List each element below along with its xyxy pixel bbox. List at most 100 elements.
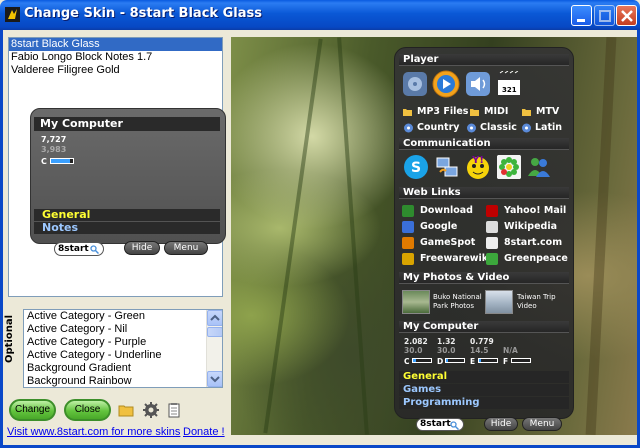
mini-value-2: 3,983 xyxy=(41,145,67,154)
video-label-line: Video xyxy=(517,302,537,310)
title-bar: Change Skin - 8start Black Glass xyxy=(0,0,640,30)
mini-category-general: General xyxy=(34,209,220,221)
mini-drive-bar xyxy=(50,158,74,164)
optional-list[interactable]: Active Category - Green Active Category … xyxy=(23,309,223,388)
video-label-line: Taiwan Trip xyxy=(517,293,556,301)
web-link-item[interactable]: GameSpot xyxy=(402,236,475,250)
radio-icon xyxy=(522,123,531,133)
folder-icon xyxy=(470,109,479,116)
close-icon xyxy=(621,10,633,22)
media-player-icon[interactable] xyxy=(432,70,460,98)
radio-icon xyxy=(404,123,413,133)
player-link-midi[interactable]: MIDI xyxy=(470,105,508,119)
close-button[interactable]: Close xyxy=(64,399,111,421)
scroll-down-button[interactable] xyxy=(207,371,222,387)
minimize-button[interactable] xyxy=(571,5,592,26)
web-link-item[interactable]: Greenpeace xyxy=(486,252,568,266)
folder-icon[interactable] xyxy=(118,402,134,418)
drive-total: N/A xyxy=(503,346,518,355)
hide-button[interactable]: Hide xyxy=(484,417,518,431)
category-programming[interactable]: Programming xyxy=(399,397,569,409)
optional-item[interactable]: Active Category - Green xyxy=(24,310,222,323)
communication-header: Communication xyxy=(399,138,569,150)
skype-icon[interactable]: S xyxy=(403,154,429,180)
web-link-label: Google xyxy=(420,221,458,232)
drive-total: 30.0 xyxy=(404,346,423,355)
network-icon[interactable] xyxy=(434,154,460,180)
player-link-mp3[interactable]: MP3 Files xyxy=(403,105,468,119)
optional-item[interactable]: Active Category - Purple xyxy=(24,336,222,349)
drive-total: 30.0 xyxy=(437,346,456,355)
bamboo-stalk xyxy=(263,38,323,434)
mini-value-1: 7,727 xyxy=(41,135,67,144)
mini-hide-button: Hide xyxy=(124,241,160,255)
yahoo-messenger-icon[interactable]: Y! xyxy=(465,154,491,180)
mini-menu-button: Menu xyxy=(164,241,208,255)
web-link-item[interactable]: 8start.com xyxy=(486,236,562,250)
mini-category-notes: Notes xyxy=(34,222,220,234)
link-label: MP3 Files xyxy=(417,106,469,117)
icq-icon[interactable] xyxy=(496,154,522,180)
web-link-label: Download xyxy=(420,205,473,216)
msn-messenger-icon[interactable] xyxy=(526,154,552,180)
mini-drive-label: C xyxy=(41,157,47,166)
wikipedia-icon xyxy=(486,221,498,233)
player-link-latin[interactable]: Latin xyxy=(521,121,562,135)
window-frame-left xyxy=(0,30,3,448)
skin-preview-area: Player 321 MP3 Files MIDI MTV Country Cl… xyxy=(231,37,637,435)
drive-usage-bar xyxy=(511,358,531,363)
gear-icon[interactable] xyxy=(143,402,159,418)
skin-item[interactable]: 8start Black Glass xyxy=(9,38,222,51)
notepad-icon[interactable] xyxy=(166,402,182,418)
web-link-label: GameSpot xyxy=(420,237,476,248)
video-thumbnail[interactable] xyxy=(485,290,513,314)
close-window-button[interactable] xyxy=(616,5,637,26)
player-link-country[interactable]: Country xyxy=(403,121,459,135)
visit-8start-link[interactable]: Visit www.8start.com for more skins xyxy=(7,426,180,438)
scroll-up-button[interactable] xyxy=(207,310,222,326)
web-link-item[interactable]: Google xyxy=(402,220,457,234)
optional-item[interactable]: Background Gradient xyxy=(24,362,222,375)
search-icon xyxy=(90,245,99,254)
photo-thumbnail[interactable] xyxy=(402,290,430,314)
photos-header: My Photos & Video xyxy=(399,272,569,284)
category-general[interactable]: General xyxy=(399,371,569,383)
player-link-mtv[interactable]: MTV xyxy=(522,105,559,119)
folder-icon xyxy=(403,109,412,116)
drive-usage-bar xyxy=(478,358,498,363)
speaker-icon[interactable] xyxy=(465,71,491,97)
player-link-classic[interactable]: Classic xyxy=(466,121,517,135)
web-link-item[interactable]: Freewarewiki xyxy=(402,252,491,266)
maximize-button[interactable] xyxy=(594,5,615,26)
scroll-thumb[interactable] xyxy=(207,327,222,337)
radio-icon xyxy=(467,123,476,133)
mini-8start-logo: 8start xyxy=(54,242,104,256)
skin-item[interactable]: Valderee Filigree Gold xyxy=(9,64,222,77)
scrollbar[interactable] xyxy=(206,310,222,387)
web-link-item[interactable]: Yahoo! Mail xyxy=(486,204,566,218)
photo-label-line: Park Photos xyxy=(433,302,474,310)
category-games[interactable]: Games xyxy=(399,384,569,396)
mp3-tile-icon[interactable] xyxy=(402,71,428,97)
app-icon xyxy=(5,7,20,22)
window-title: Change Skin - 8start Black Glass xyxy=(24,6,262,21)
optional-item[interactable]: Background Rainbow xyxy=(24,375,222,387)
web-link-item[interactable]: Download xyxy=(402,204,473,218)
skin-item[interactable]: Fabio Longo Block Notes 1.7 xyxy=(9,51,222,64)
web-link-label: Wikipedia xyxy=(504,221,558,232)
8start-logo[interactable]: 8start xyxy=(416,418,464,431)
web-link-item[interactable]: Wikipedia xyxy=(486,220,557,234)
menu-button[interactable]: Menu xyxy=(522,417,562,431)
player-header: Player xyxy=(399,54,569,66)
calendar-number: 321 xyxy=(502,86,517,94)
optional-item[interactable]: Active Category - Nil xyxy=(24,323,222,336)
yahoo-mail-icon xyxy=(486,205,498,217)
donate-link[interactable]: Donate ! xyxy=(183,426,225,438)
optional-item[interactable]: Active Category - Underline xyxy=(24,349,222,362)
video-label[interactable]: Taiwan Trip Video xyxy=(517,293,556,311)
drive-used: 0.779 xyxy=(470,337,494,346)
drive-letter: F xyxy=(503,357,509,366)
photo-label[interactable]: Buko National Park Photos xyxy=(433,293,482,311)
change-button[interactable]: Change xyxy=(9,399,56,421)
bamboo-stalk xyxy=(337,37,369,435)
